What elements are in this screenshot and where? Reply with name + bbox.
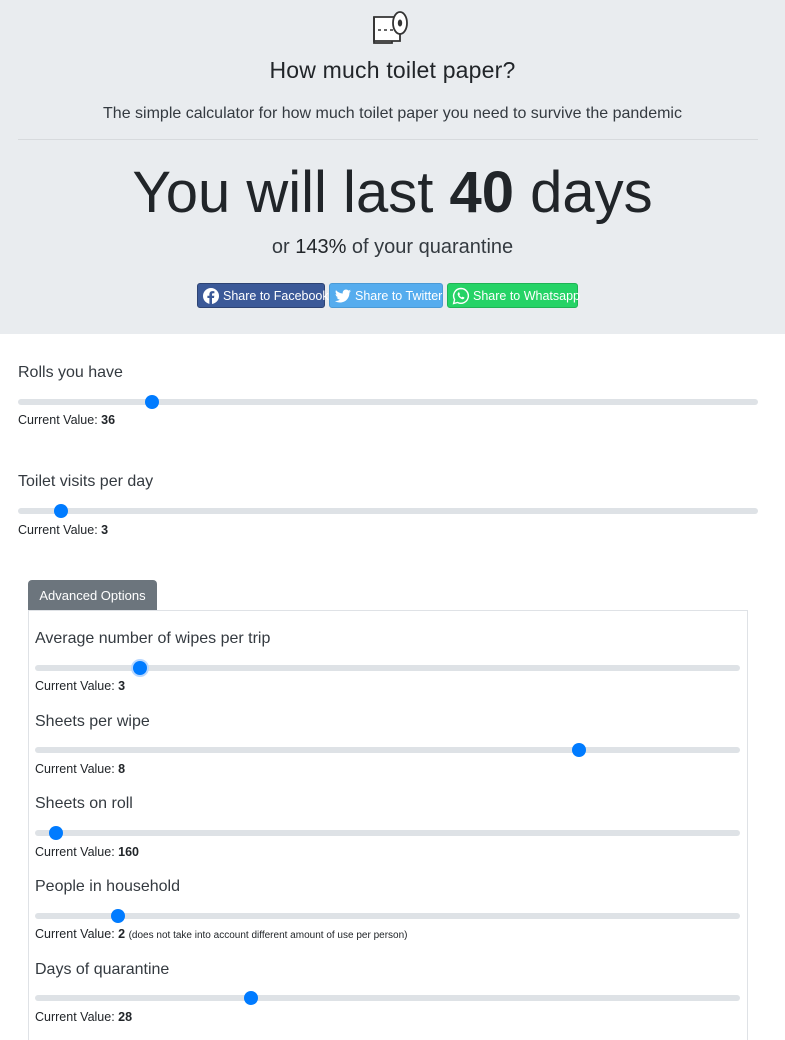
sheets-per-wipe-label: Sheets per wipe (35, 713, 150, 730)
hero-jumbotron: How much toilet paper? The simple calcul… (0, 0, 785, 334)
sheets-on-roll-current-value: Current Value: 160 (35, 845, 139, 859)
facebook-icon (203, 288, 219, 304)
share-whatsapp-button[interactable]: Share to Whatsapp (447, 283, 581, 308)
result-suffix: days (513, 160, 653, 225)
wipes-slider[interactable] (35, 661, 740, 675)
sub-prefix: or (271, 236, 296, 258)
rolls-slider-thumb[interactable] (144, 395, 159, 409)
sub-percent: 143% (295, 236, 347, 258)
sheets-per-wipe-slider[interactable] (35, 743, 740, 757)
wipes-slider-thumb[interactable] (133, 661, 148, 675)
twitter-icon (334, 289, 351, 303)
share-facebook-button[interactable]: Share to Facebook (197, 283, 329, 308)
current-value-label: Current Value: (35, 762, 119, 776)
rolls-label: Rolls you have (18, 364, 123, 381)
people-note: (does not take into account different am… (128, 930, 408, 941)
wipes-value: 3 (118, 679, 126, 693)
visits-slider[interactable] (18, 504, 758, 518)
rolls-value: 36 (101, 413, 116, 427)
page-title: How much toilet paper? (269, 57, 516, 83)
current-value-label: Current Value: (35, 845, 119, 859)
result-prefix: You will last (132, 160, 450, 225)
sheets-on-roll-value: 160 (118, 845, 140, 859)
share-twitter-button[interactable]: Share to Twitter (329, 283, 443, 308)
visits-value: 3 (101, 523, 109, 537)
sheets-on-roll-label: Sheets on roll (35, 795, 133, 812)
visits-current-value: Current Value: 3 (18, 523, 108, 537)
days-current-value: Current Value: 28 (35, 1010, 132, 1024)
whatsapp-icon (452, 287, 470, 305)
page-subtitle: The simple calculator for how much toile… (103, 105, 682, 122)
visits-label: Toilet visits per day (18, 473, 154, 490)
toilet-paper-roll-icon (373, 11, 408, 44)
share-whatsapp-label: Share to Whatsapp (473, 288, 581, 303)
visits-slider-thumb[interactable] (53, 504, 68, 518)
rolls-current-value: Current Value: 36 (18, 413, 115, 427)
wipes-current-value: Current Value: 3 (35, 679, 125, 693)
days-label: Days of quarantine (35, 961, 170, 978)
share-twitter-label: Share to Twitter (355, 288, 443, 303)
share-facebook-label: Share to Facebook (223, 288, 329, 303)
current-value-label: Current Value: (35, 927, 119, 941)
quarantine-percentage: or 143% of your quarantine (0, 236, 785, 259)
current-value-label: Current Value: (35, 679, 119, 693)
people-value: 2 (118, 927, 126, 941)
current-value-label: Current Value: (35, 1010, 119, 1024)
sheets-per-wipe-current-value: Current Value: 8 (35, 762, 125, 776)
sheets-per-wipe-value: 8 (118, 762, 126, 776)
days-value: 28 (118, 1010, 133, 1024)
hero-divider (18, 139, 758, 140)
advanced-options-button[interactable]: Advanced Options (28, 580, 157, 610)
wipes-label: Average number of wipes per trip (35, 630, 271, 647)
result-days: 40 (449, 160, 514, 225)
sub-suffix: of your quarantine (346, 236, 514, 258)
people-label: People in household (35, 878, 181, 895)
sheets-on-roll-slider[interactable] (35, 826, 740, 840)
days-slider[interactable] (35, 991, 740, 1005)
people-slider[interactable] (35, 909, 740, 923)
rolls-slider[interactable] (18, 395, 758, 409)
current-value-label: Current Value: (18, 523, 102, 537)
result-heading: You will last 40 days (0, 157, 785, 229)
current-value-label: Current Value: (18, 413, 102, 427)
people-current-value: Current Value: 2 (does not take into acc… (35, 927, 407, 941)
